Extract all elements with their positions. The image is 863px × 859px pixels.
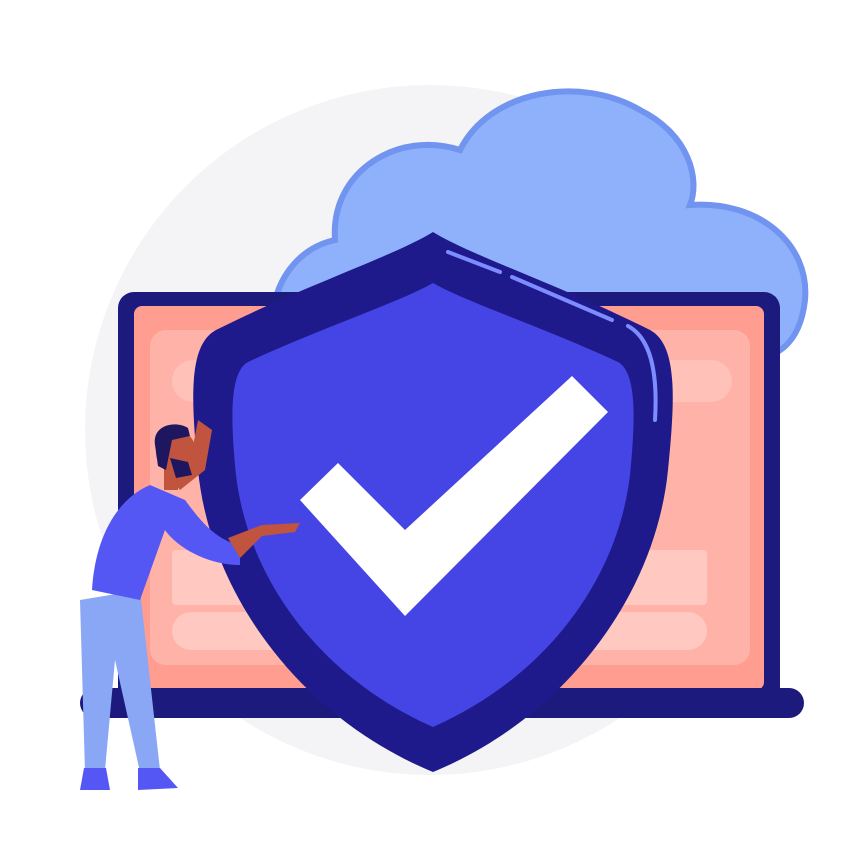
illustration-canvas	[80, 85, 809, 790]
person-shoe-right	[138, 768, 178, 790]
person-shoe-left	[80, 768, 110, 790]
security-illustration	[0, 0, 863, 859]
